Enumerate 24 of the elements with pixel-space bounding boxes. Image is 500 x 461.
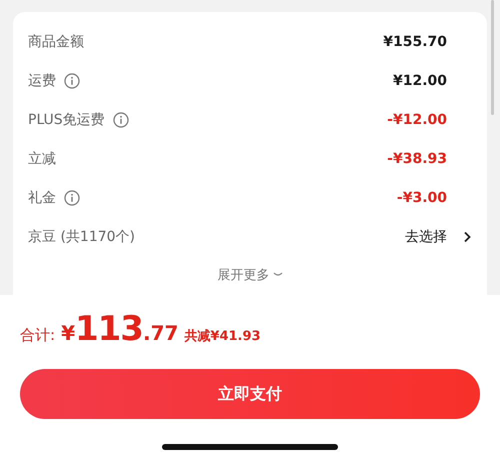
total-amount: 113 — [74, 309, 143, 349]
chevron-down-icon[interactable] — [272, 272, 282, 278]
row-label: 运费 — [28, 72, 56, 90]
row-label: 京豆 (共1170个) — [28, 228, 136, 246]
amount-value: -¥12.00 — [387, 112, 447, 128]
info-icon[interactable] — [112, 112, 129, 128]
chevron-right-icon[interactable] — [463, 230, 471, 242]
amount-value: ¥155.70 — [383, 34, 447, 50]
total-decimal: .77 — [142, 321, 178, 345]
expand-more-link[interactable]: 展开更多 — [218, 266, 270, 284]
row-label: 礼金 — [28, 188, 56, 206]
total-label: 合计: — [20, 326, 56, 345]
savings-text: 共减¥41.93 — [184, 328, 261, 345]
info-icon[interactable] — [64, 72, 80, 88]
amount-value: -¥38.93 — [387, 150, 447, 166]
currency-sign: ¥ — [61, 321, 75, 345]
pay-button[interactable]: 立即支付 — [20, 369, 480, 419]
info-icon[interactable] — [64, 190, 80, 206]
row-label: 商品金额 — [28, 32, 84, 50]
amount-value: ¥12.00 — [392, 72, 447, 88]
select-link[interactable]: 去选择 — [405, 228, 447, 246]
row-label: 立减 — [28, 150, 56, 168]
amount-value: -¥3.00 — [396, 190, 447, 206]
row-label: PLUS免运费 — [28, 110, 105, 128]
